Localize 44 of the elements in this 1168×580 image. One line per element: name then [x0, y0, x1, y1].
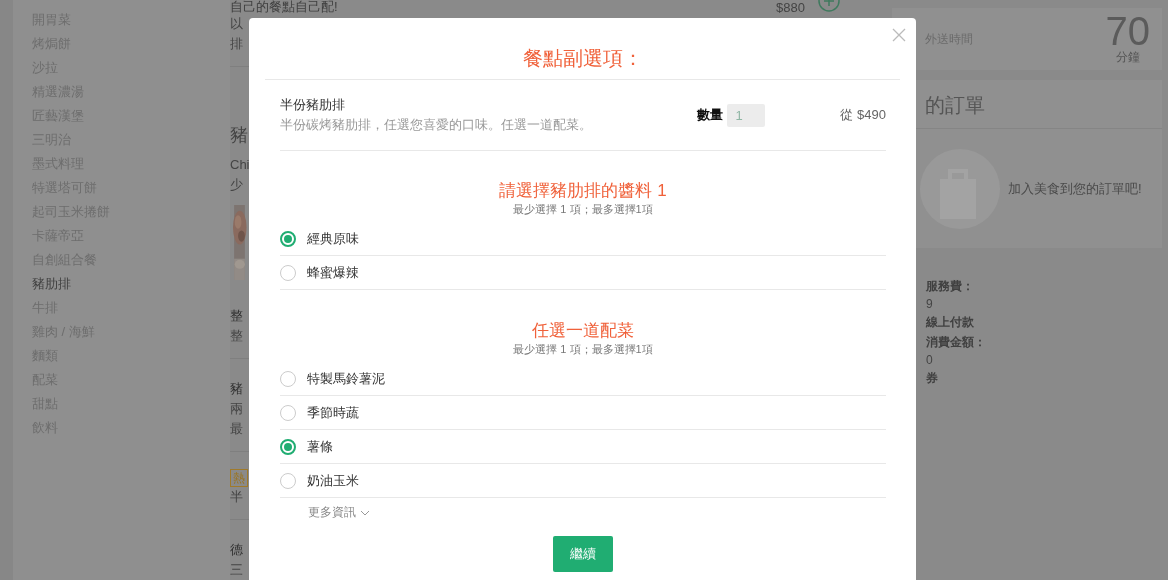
item-name: 半份豬肋排	[280, 96, 346, 114]
radio-button[interactable]	[280, 230, 296, 247]
radio-button[interactable]	[280, 438, 296, 455]
menu-text: 最	[230, 419, 243, 438]
info-value: 0	[926, 352, 933, 368]
continue-button[interactable]: 繼續	[553, 536, 613, 572]
option-label[interactable]: 特製馬鈴薯泥	[307, 369, 385, 388]
category-link[interactable]: 豬肋排	[32, 272, 230, 296]
menu-text: 排	[230, 35, 243, 53]
menu-text: 少	[230, 175, 243, 194]
selection-rule: 最少選擇 1 項；最多選擇1項	[512, 342, 654, 356]
info-label: 券	[926, 370, 938, 387]
close-icon[interactable]	[892, 28, 906, 42]
info-label: 消費金額：	[926, 334, 986, 351]
option-label[interactable]: 奶油玉米	[307, 471, 359, 490]
popular-tag: 熱	[230, 469, 248, 488]
option-label[interactable]: 季節時蔬	[307, 403, 359, 422]
menu-text: 以	[230, 15, 243, 33]
empty-order-text: 加入美食到您的訂單吧!	[1008, 180, 1142, 198]
selection-rule: 最少選擇 1 項；最多選擇1項	[512, 202, 654, 216]
option-label[interactable]: 經典原味	[307, 229, 359, 248]
info-value: 9	[926, 296, 933, 312]
option-group-title: 任選一道配菜	[531, 320, 635, 342]
option-group-title: 請選擇豬肋排的醬料 1	[498, 180, 668, 202]
option-label[interactable]: 薯條	[307, 437, 333, 456]
info-label: 服務費：	[926, 278, 974, 295]
option-label[interactable]: 蜂蜜爆辣	[307, 263, 359, 282]
menu-text: Chi	[230, 155, 250, 174]
menu-text: 兩	[230, 399, 243, 418]
dialog-title: 餐點副選項：	[265, 18, 900, 80]
info-label: 線上付款	[926, 314, 974, 331]
menu-text: 半	[230, 488, 243, 507]
menu-text: 整	[230, 327, 243, 346]
quantity-label: 數量	[697, 106, 724, 124]
quantity-field[interactable]: 1	[727, 103, 766, 127]
dish-name: 德	[230, 541, 243, 559]
more-info-link[interactable]: 更多資訊	[308, 504, 370, 521]
category-heading: 豬	[230, 124, 248, 145]
dish-price: $880	[776, 0, 805, 15]
dish-name: 整	[230, 307, 243, 326]
item-price: 從 $490	[840, 106, 886, 124]
section-title: 自己的餐點自己配!	[230, 0, 338, 14]
chevron-down-icon	[360, 509, 370, 516]
dish-name: 豬	[230, 379, 243, 398]
